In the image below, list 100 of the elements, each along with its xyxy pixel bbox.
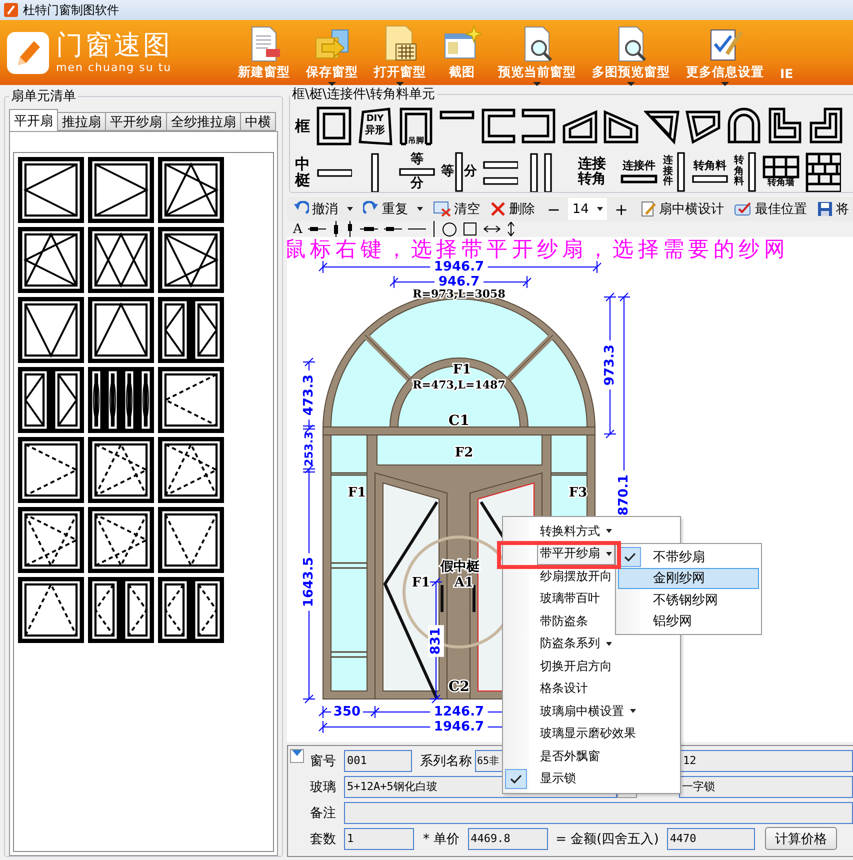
input-field[interactable]: 12 [680,750,853,772]
dimension-line [302,358,316,371]
profile-shape-icon[interactable] [747,151,757,193]
menu-item[interactable]: 玻璃带百叶 [537,588,603,610]
profile-shape-icon[interactable] [762,155,800,180]
menu-item[interactable]: 玻璃显示磨砂效果 [537,722,639,745]
decrease-button[interactable]: − [541,200,566,218]
profile-shape-icon[interactable] [357,106,393,146]
sash-type-icon[interactable] [88,227,154,293]
menu-item[interactable]: 是否外飘窗 [537,745,603,768]
panel-label: F3 [568,486,588,500]
font-size-dropdown[interactable]: 14 [568,198,607,220]
input-field[interactable] [344,802,853,824]
circle-tool-icon[interactable] [442,221,458,237]
line-tool-icon[interactable] [432,221,436,237]
menu-item[interactable]: 转换料方式 [537,520,615,542]
menu-item[interactable]: 不带纱扇 [618,546,759,568]
sash-type-icon[interactable] [158,577,224,643]
sash-type-icon[interactable] [18,507,84,573]
menu-item[interactable]: 铝纱网 [618,610,759,632]
field-label: 窗号 [310,752,336,770]
toolbar-button[interactable]: 删除 [486,198,539,220]
toolbar-button[interactable]: 清空 [429,198,484,220]
dimension-mark-icon[interactable] [346,221,354,237]
sash-type-icon[interactable] [18,157,84,223]
checked-window-icon [734,201,752,217]
input-field[interactable]: 一字锁 [679,776,853,798]
panel-title: 扇单元清单 [10,88,77,105]
dimension-line [483,276,532,288]
sash-type-icon[interactable] [158,507,224,573]
profile-shape-icon[interactable] [480,106,516,146]
profile-shape-icon[interactable] [620,174,658,184]
increase-button[interactable]: + [608,200,634,218]
toolbar-button[interactable]: 撤消 [289,198,357,220]
profile-shape-icon[interactable] [398,106,434,146]
profile-shape-icon[interactable] [805,152,841,192]
text-tool[interactable]: A [293,221,302,237]
double-arrow-icon[interactable] [507,221,516,237]
menu-item[interactable]: 格条设计 [537,678,591,700]
sash-type-icon[interactable] [158,157,224,223]
sash-type-icon[interactable] [18,227,84,293]
sash-type-icon[interactable] [158,437,224,503]
menu-item[interactable]: 玻璃扇中横设置 [537,700,639,722]
caret-icon [292,750,302,756]
profile-shape-icon[interactable] [676,151,686,193]
toolbar-button[interactable]: 重复 [359,198,427,220]
profile-shape-icon[interactable] [454,151,464,193]
panel-title: 框\梃\连接件\转角料单元 [291,86,436,103]
tab[interactable]: 全纱推拉扇 [166,112,241,131]
sash-type-icon[interactable] [88,507,154,573]
tab[interactable]: 平开扇 [9,109,58,131]
toolbar-button[interactable]: 将 [813,198,853,220]
dimension-line [430,578,442,626]
menu-item[interactable]: 带防盗条 [537,610,591,632]
shape-label: 异形 [364,126,386,136]
input-field[interactable]: 1 [344,828,414,850]
sash-type-icon[interactable] [158,367,224,433]
profile-shape-icon[interactable] [808,106,844,146]
shape-label: 转角料 [694,160,726,172]
sash-type-icon[interactable] [18,437,84,503]
tab[interactable]: 平开纱扇 [105,112,167,131]
profile-shape-icon[interactable] [521,106,557,146]
menu-item[interactable]: 纱扇摆放开向 [537,565,615,588]
calculate-price-button[interactable]: 计算价格 [764,827,837,850]
panel-label: F1 [452,362,472,378]
tab[interactable]: 推拉扇 [57,112,106,131]
toolbar-button[interactable]: 最佳位置 [730,198,811,220]
profile-shape-icon[interactable] [767,106,803,146]
rectangle-tool-icon[interactable] [463,221,478,237]
menu-item[interactable]: 不锈钢纱网 [618,589,759,610]
menu-item[interactable]: 防盗条系列 [537,632,615,655]
sash-type-icon[interactable] [158,297,224,363]
sash-type-icon[interactable] [88,367,154,433]
field-label: 系列名称 [420,752,472,770]
sash-type-icon[interactable] [18,297,84,363]
toolbar-button[interactable]: 扇中横设计 [636,198,728,220]
sash-type-icon[interactable] [18,577,84,643]
menu-item[interactable]: 金刚纱网 [618,568,759,589]
sash-type-icon[interactable] [88,157,154,223]
sash-type-icon[interactable] [88,437,154,503]
tab[interactable]: 中横 [240,112,276,131]
input-field[interactable]: 001 [344,750,412,772]
dimension-mark-icon[interactable] [332,221,340,237]
profile-shape-icon[interactable] [726,106,762,146]
input-field[interactable]: 4470 [666,828,755,850]
shape-label: 分 [410,177,424,191]
sash-type-icon[interactable] [18,367,84,433]
corner-connect-button[interactable]: 连接转角 [572,157,612,187]
sash-type-icon[interactable] [88,577,154,643]
shape-label: 分 [464,165,477,179]
menu-item[interactable]: 切换开启方向 [537,655,615,678]
undo-icon [293,201,309,217]
profile-shape-icon[interactable] [316,106,352,146]
collapse-button[interactable] [290,749,304,763]
input-field[interactable]: 4469.8 [468,828,548,850]
dimension-label: 473.3 [302,374,316,416]
sash-type-icon[interactable] [88,297,154,363]
sash-type-icon[interactable] [158,227,224,293]
profile-shape-icon[interactable] [398,167,436,177]
profile-shape-icon[interactable] [691,174,729,184]
